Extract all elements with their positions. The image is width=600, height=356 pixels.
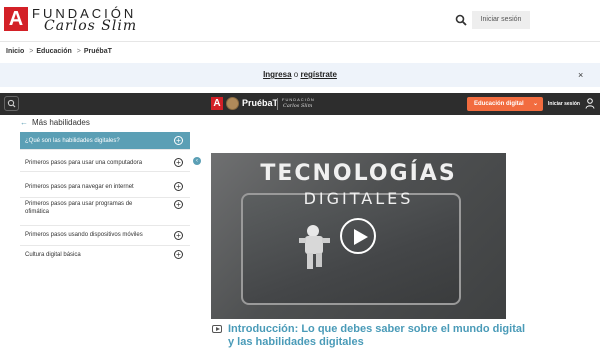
video-title-line1: TECNOLOGÍAS [260, 161, 457, 186]
video-caption-title[interactable]: Introducción: Lo que debes saber sobre e… [228, 323, 528, 349]
sidebar-item-label: Cultura digital básica [25, 252, 81, 258]
pruebat-navbar: A PruébaT FUNDACIÓN Carlos Slim Educació… [0, 93, 600, 115]
logo-text-line2[interactable]: Carlos Slim [44, 18, 137, 34]
nav-fund-line1: FUNDACIÓN [282, 97, 315, 102]
plus-circle-icon[interactable]: + [174, 200, 183, 209]
sidebar-item-habilidades-digitales[interactable]: ¿Qué son las habilidades digitales? + [20, 132, 190, 150]
sidebar-item-internet[interactable]: Primeros pasos para navegar en internet … [20, 176, 190, 198]
search-icon [7, 99, 16, 108]
pruebat-logo-icon[interactable]: A [211, 97, 223, 110]
astronaut-image [299, 225, 330, 269]
back-more-skills-link[interactable]: ← Más habilidades [20, 118, 90, 127]
pruebat-brand[interactable]: PruébaT [242, 98, 278, 108]
arrow-left-icon: ← [20, 118, 28, 127]
back-label: Más habilidades [32, 118, 90, 127]
ingresa-link[interactable]: Ingresa [263, 70, 291, 79]
play-button[interactable] [340, 218, 376, 254]
play-icon [354, 229, 368, 245]
sidebar-item-moviles[interactable]: Primeros pasos usando dispositivos móvil… [20, 226, 190, 246]
plus-circle-icon[interactable]: + [174, 136, 183, 145]
user-icon[interactable] [585, 98, 595, 109]
sidebar-item-label: Primeros pasos para navegar en internet [25, 184, 134, 190]
breadcrumb-item-educacion[interactable]: Educación [36, 48, 71, 55]
educacion-digital-label: Educación digital [474, 101, 524, 107]
plus-circle-icon[interactable]: + [174, 250, 183, 259]
sidebar-item-label: Primeros pasos para usar una computadora [25, 160, 143, 166]
login-banner: Ingresa o regístrate × [0, 63, 600, 87]
sidebar-item-cultura-digital[interactable]: Cultura digital básica + [20, 246, 190, 264]
breadcrumb: Inicio > Educación > PruébaT [6, 48, 112, 55]
educacion-digital-dropdown[interactable]: Educación digital ⌄ [467, 97, 543, 111]
top-header: A FUNDACIÓN Carlos Slim Iniciar sesión [0, 0, 600, 40]
login-button[interactable]: Iniciar sesión [472, 11, 530, 29]
sidebar-item-ofimatica[interactable]: Primeros pasos para usar programas de of… [20, 198, 190, 226]
brand-divider [277, 98, 278, 110]
video-player[interactable]: TECNOLOGÍAS DIGITALES [211, 153, 506, 319]
close-icon[interactable]: × [578, 70, 583, 80]
sidebar-item-label: ¿Qué son las habilidades digitales? [25, 138, 120, 144]
chevron-down-icon: ⌄ [532, 101, 538, 107]
plus-circle-icon[interactable]: + [174, 158, 183, 167]
breadcrumb-item-pruebat: PruébaT [83, 48, 112, 55]
header-divider [0, 41, 600, 42]
search-icon[interactable] [455, 14, 467, 26]
video-title-line2: DIGITALES [303, 189, 414, 208]
sidebar-item-label: Primeros pasos usando dispositivos móvil… [25, 232, 143, 238]
fundacion-logo-icon[interactable]: A [4, 7, 28, 31]
seal-icon [226, 97, 239, 110]
plus-circle-icon[interactable]: + [174, 182, 183, 191]
sidebar-item-label: Primeros pasos para usar programas de of… [25, 201, 133, 215]
nav-fund-line2: Carlos Slim [283, 103, 313, 109]
banner-or-text: o [293, 70, 299, 79]
nav-login-link[interactable]: Iniciar sesión [548, 101, 580, 107]
video-icon [212, 325, 222, 333]
registrate-link[interactable]: regístrate [300, 70, 336, 79]
breadcrumb-item-inicio[interactable]: Inicio [6, 48, 24, 55]
collapse-sidebar-icon[interactable]: ‹ [193, 157, 201, 165]
nav-search-button[interactable] [4, 96, 19, 111]
plus-circle-icon[interactable]: + [174, 231, 183, 240]
sidebar-item-computadora[interactable]: Primeros pasos para usar una computadora… [20, 154, 190, 172]
